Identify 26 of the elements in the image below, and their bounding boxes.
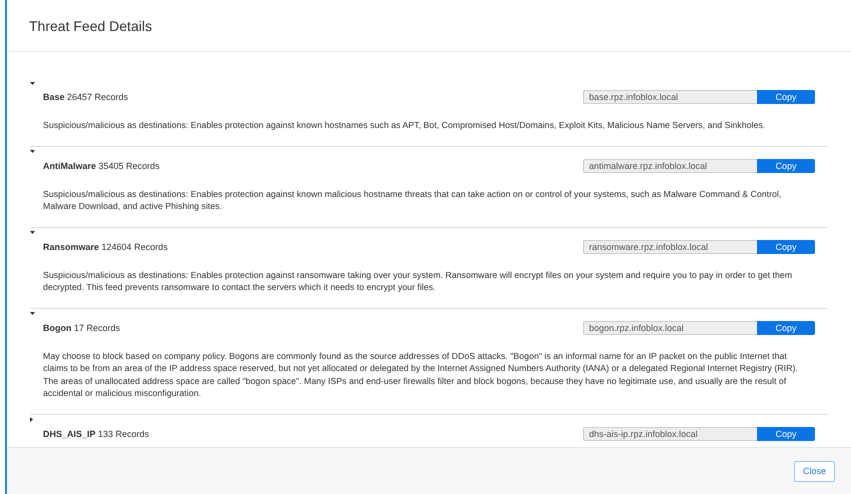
copy-button[interactable]: Copy (757, 90, 815, 104)
copy-button[interactable]: Copy (757, 240, 815, 254)
feed-description: Suspicious/malicious as destinations: Enables protection against ransomware taking over your system. Ransomware will encrypt files on your system and require you to pay in order to get them decrypted. This feed prevents ransomware to contact the servers which it needs to encrypt your files. (43, 268, 794, 294)
feed-description: May choose to block based on company policy. Bogons are commonly found as the source addresses of DDoS attacks. "Bogon" is an informal name for an IP packet on the public Internet that claims to be from an area of the IP address space reserved, but not yet allocated or delegated by the Internet Assigned Numbers Authority (IANA) or a delegated Regional Internet Registry (RIR). The areas of unallocated address space are called "bogon space". Many ISPs and end-user firewalls filter and block bogons, because they have no legitimate use, and usually are the result of accidental or malicious misconfiguration. (43, 350, 799, 400)
collapse-caret-icon[interactable] (30, 312, 35, 315)
feed-title: DHS_AIS_IP 133 Records (43, 428, 150, 438)
feed-description: Suspicious/malicious as destinations: Enables protection against known malicious hostname threats that can take action on or control of your systems, such as Malware Command & Control, Malware Download, and active Phishing sites. (43, 188, 782, 212)
address-field[interactable]: base.rpz.infoblox.local (583, 90, 757, 104)
close-button[interactable]: Close (794, 460, 835, 482)
dialog-title: Threat Feed Details (29, 18, 152, 34)
collapse-caret-icon[interactable] (30, 150, 35, 153)
address-field[interactable]: antimalware.rpz.infoblox.local (583, 158, 757, 172)
collapse-caret-icon[interactable] (30, 82, 35, 84)
feed-title: AntiMalware 35405 Records (43, 160, 160, 170)
address-field[interactable]: dhs-ais-ip.rpz.infoblox.local (583, 426, 757, 440)
address-field[interactable]: bogon.rpz.infoblox.local (583, 320, 757, 334)
copy-button[interactable]: Copy (757, 320, 815, 334)
copy-button[interactable]: Copy (757, 158, 815, 172)
feed-title: Bogon 17 Records (43, 322, 120, 332)
feed-title: Base 26457 Records (43, 92, 128, 102)
address-field[interactable]: ransomware.rpz.infoblox.local (583, 240, 757, 254)
collapse-caret-icon[interactable] (30, 231, 35, 234)
copy-button[interactable]: Copy (757, 426, 815, 440)
feed-title: Ransomware 124604 Records (43, 242, 168, 252)
expand-caret-icon[interactable] (30, 417, 33, 422)
feed-description: Suspicious/malicious as destinations: Enables protection against known hostnames such as APT, Bot, Compromised Host/Domains, Exploit Kits, Malicious Name Servers, and Sinkholes. (43, 119, 766, 132)
